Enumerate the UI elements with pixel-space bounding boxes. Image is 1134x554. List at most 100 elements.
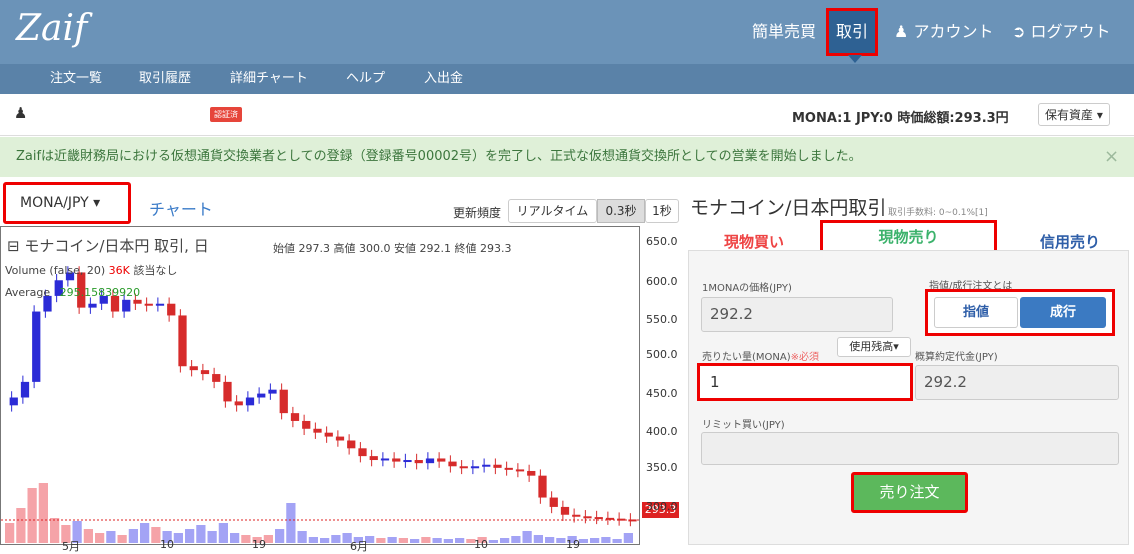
candle-body	[527, 470, 536, 476]
candle-body	[594, 517, 603, 520]
chart-plot[interactable]: ⊟ モナコイン/日本円 取引, 日 始値 297.3 高値 300.0 安値 2…	[0, 226, 640, 545]
volume-na: 該当なし	[133, 264, 178, 277]
volume-bar	[432, 538, 442, 543]
average-value: 295.15839920	[59, 286, 141, 299]
candle-body	[245, 397, 255, 406]
use-balance-button[interactable]: 使用残高▾	[837, 337, 911, 357]
volume-bar	[185, 529, 195, 543]
candle-body	[257, 393, 266, 398]
candle-body	[268, 389, 277, 394]
limit-buy-input[interactable]	[701, 432, 1119, 465]
volume-bar	[275, 529, 285, 543]
volume-bar	[5, 523, 15, 543]
volume-bar	[556, 538, 566, 543]
y-tick-label: 500.0	[646, 348, 678, 361]
nav-simple-trade[interactable]: 簡単売買	[752, 0, 816, 64]
y-tick-label: 350.0	[646, 461, 678, 474]
amount-label: 売りたい量(MONA)	[702, 352, 791, 363]
volume-bar	[331, 535, 341, 543]
subnav-orders[interactable]: 注文一覧	[50, 64, 102, 94]
price-chart[interactable]: ⊟ モナコイン/日本円 取引, 日 始値 297.3 高値 300.0 安値 2…	[0, 226, 684, 553]
limit-buy-label: リミット買い(JPY)	[702, 420, 785, 431]
candle-body	[504, 467, 513, 470]
fee-info[interactable]: 取引手数料: 0~0.1%[1]	[888, 205, 988, 218]
volume-bar	[196, 525, 206, 543]
volume-bar	[38, 483, 48, 543]
candle-body	[122, 299, 131, 312]
x-tick-label: 19	[566, 538, 580, 551]
order-form: 1MONAの価格(JPY) 292.2 指値/成行注文とは 指値 成行 売りたい…	[688, 250, 1129, 545]
candle-body	[538, 475, 547, 498]
candle-body	[515, 469, 525, 472]
candle-body	[302, 420, 311, 429]
price-input[interactable]: 292.2	[701, 297, 893, 332]
subnav-deposit[interactable]: 入出金	[424, 64, 463, 94]
volume-bar	[117, 535, 127, 543]
required-mark: ※必須	[790, 352, 820, 363]
pair-select[interactable]: MONA/JPY ▾	[3, 182, 131, 224]
volume-bar	[218, 523, 228, 543]
estimate-label: 概算約定代金(JPY)	[915, 352, 998, 363]
subnav-detail-chart[interactable]: 詳細チャート	[230, 64, 308, 94]
close-icon[interactable]: ×	[1104, 137, 1119, 177]
candle-body	[144, 303, 153, 306]
volume-bar	[241, 535, 251, 543]
freq-1s[interactable]: 1秒	[645, 199, 679, 223]
candle-body	[20, 381, 30, 398]
candle-body	[493, 464, 502, 468]
candle-body	[212, 374, 221, 382]
limit-button[interactable]: 指値	[934, 297, 1018, 328]
x-tick-label: 6月	[350, 540, 368, 553]
candle-body	[290, 413, 300, 421]
tab-margin-sell[interactable]: 信用売り	[1040, 231, 1100, 252]
volume-bar	[533, 535, 543, 543]
candle-body	[133, 299, 142, 304]
y-tick-label: 300.0	[646, 500, 678, 513]
verified-badge: 認証済	[210, 107, 242, 122]
sell-order-button[interactable]: 売り注文	[851, 472, 968, 513]
sub-navigation: 注文一覧 取引履歴 詳細チャート ヘルプ 入出金	[0, 64, 1134, 94]
volume-label: Volume (false, 20)	[5, 264, 106, 277]
volume-bar	[421, 537, 431, 543]
assets-button[interactable]: 保有資産 ▾	[1038, 103, 1110, 126]
price-label: 1MONAの価格(JPY)	[702, 283, 792, 294]
subnav-history[interactable]: 取引履歴	[139, 64, 191, 94]
subnav-help[interactable]: ヘルプ	[346, 64, 385, 94]
candle-body	[155, 303, 165, 306]
y-tick-label: 550.0	[646, 313, 678, 326]
volume-bar	[443, 539, 453, 543]
freq-0-3s[interactable]: 0.3秒	[597, 199, 645, 223]
candle-body	[32, 311, 41, 382]
volume-bar	[601, 537, 611, 543]
nav-trade[interactable]: 取引	[826, 8, 878, 63]
candle-body	[88, 303, 97, 308]
candle-body	[369, 456, 378, 461]
candle-body	[335, 436, 345, 441]
chart-ohlc: 始値 297.3 高値 300.0 安値 292.1 終値 293.3	[273, 242, 512, 255]
user-icon: ♟	[894, 22, 909, 41]
amount-input[interactable]: 1	[697, 363, 913, 401]
candle-body	[392, 458, 401, 462]
volume-bar	[511, 536, 521, 543]
nav-logout[interactable]: ➲ ログアウト	[1012, 0, 1111, 64]
candle-body	[223, 381, 232, 402]
x-tick-label: 19	[252, 538, 266, 551]
zaif-logo[interactable]: Zaif	[16, 8, 87, 49]
volume-bar	[140, 523, 150, 543]
order-type-group: 指値 成行	[925, 289, 1115, 336]
candle-body	[178, 315, 187, 367]
freq-realtime[interactable]: リアルタイム	[508, 199, 597, 223]
volume-bar	[230, 533, 240, 543]
nav-account[interactable]: ♟ アカウント	[894, 0, 993, 64]
candle-body	[358, 448, 367, 457]
volume-bar	[500, 538, 510, 543]
volume-bar	[376, 538, 386, 543]
volume-bar	[173, 533, 183, 543]
market-button[interactable]: 成行	[1020, 297, 1106, 328]
volume-bar	[488, 540, 498, 543]
estimate-field: 292.2	[915, 365, 1119, 400]
y-tick-label: 650.0	[646, 235, 678, 248]
chart-link[interactable]: チャート	[149, 196, 213, 220]
notice-text: Zaifは近畿財務局における仮想通貨交換業者としての登録（登録番号00002号）…	[16, 149, 862, 164]
tab-spot-buy[interactable]: 現物買い	[724, 231, 784, 252]
